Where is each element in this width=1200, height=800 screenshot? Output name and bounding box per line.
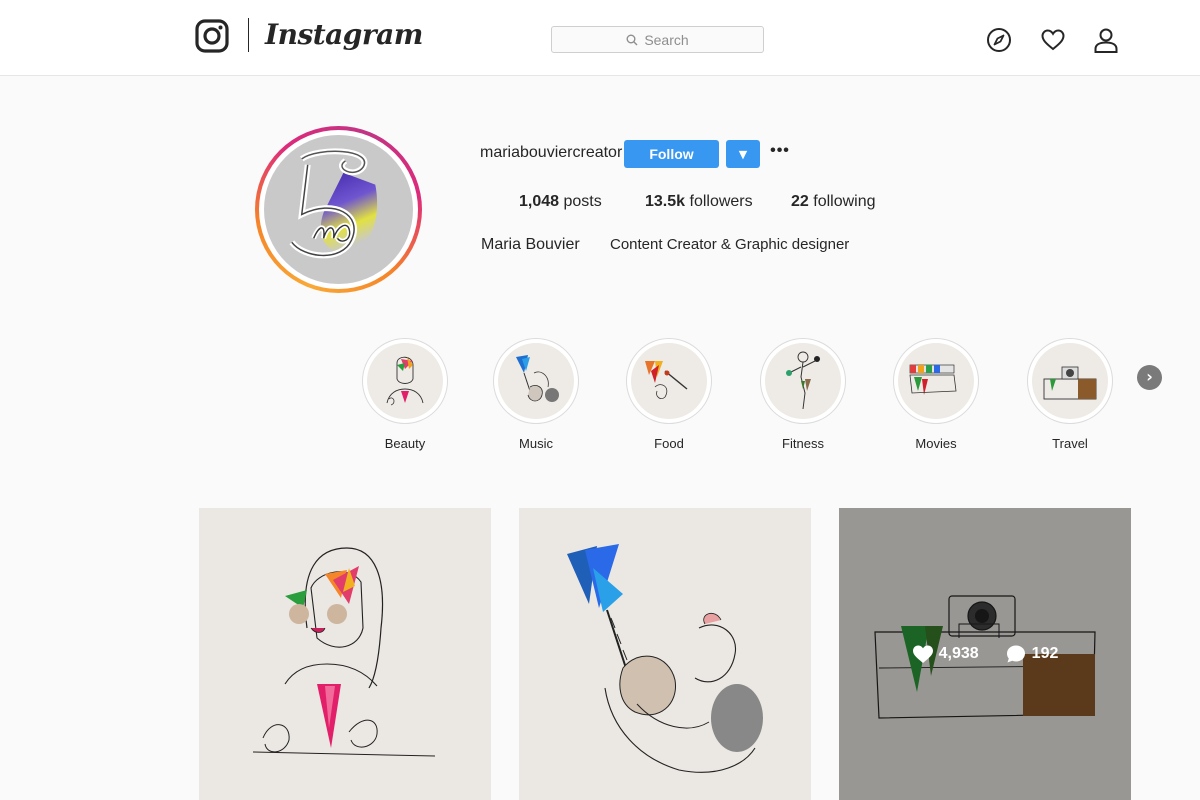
highlight-image xyxy=(898,343,974,419)
stat-followers[interactable]: 13.5k followers xyxy=(645,193,753,211)
highlight-ring xyxy=(1027,338,1113,424)
highlight-label: Travel xyxy=(1052,436,1088,451)
highlight-beauty[interactable]: Beauty xyxy=(362,338,448,451)
post-tile-1[interactable] xyxy=(199,508,491,800)
comment-filled-icon xyxy=(1006,645,1025,663)
search-icon xyxy=(626,34,638,45)
highlight-food[interactable]: Food xyxy=(626,338,712,451)
logo-divider xyxy=(248,18,249,52)
instagram-logo-icon[interactable] xyxy=(195,19,229,53)
avatar-image xyxy=(264,135,413,284)
highlight-label: Fitness xyxy=(782,436,824,451)
highlight-image xyxy=(498,343,574,419)
highlight-label: Food xyxy=(654,436,684,451)
search-input[interactable]: Search xyxy=(551,26,764,53)
more-options-button[interactable]: ••• xyxy=(770,142,790,164)
highlight-movies[interactable]: Movies xyxy=(893,338,979,451)
highlight-fitness[interactable]: Fitness xyxy=(760,338,846,451)
stat-following[interactable]: 22 following xyxy=(791,193,876,211)
compass-icon[interactable] xyxy=(986,27,1012,53)
highlight-ring xyxy=(893,338,979,424)
stat-followers-count: 13.5k xyxy=(645,193,686,210)
top-navigation-bar: Instagram Search xyxy=(0,0,1200,76)
post-comments-count: 192 xyxy=(1031,645,1059,662)
profile-bio: Content Creator & Graphic designer xyxy=(610,236,850,253)
highlight-label: Beauty xyxy=(384,436,426,451)
stat-followers-label: followers xyxy=(689,193,753,210)
profile-username: mariabouviercreator xyxy=(480,144,623,161)
mb-monogram-logo xyxy=(289,148,378,259)
highlight-ring xyxy=(362,338,448,424)
instagram-wordmark[interactable]: Instagram xyxy=(265,18,423,51)
profile-full-name: Maria Bouvier xyxy=(481,236,580,253)
avatar-border xyxy=(259,130,418,289)
highlight-image xyxy=(631,343,707,419)
post-likes-count: 4,938 xyxy=(938,645,979,662)
highlight-label: Music xyxy=(519,436,553,451)
highlight-travel[interactable]: Travel xyxy=(1027,338,1113,451)
stat-posts: 1,048 posts xyxy=(519,193,602,211)
post-likes: 4,938 xyxy=(912,644,979,664)
post-image xyxy=(252,547,436,757)
stat-posts-count: 1,048 xyxy=(519,193,560,210)
post-hover-overlay: 4,938 192 xyxy=(839,508,1131,800)
highlight-music[interactable]: Music xyxy=(493,338,579,451)
heart-icon[interactable] xyxy=(1040,27,1066,53)
search-placeholder: Search xyxy=(644,31,689,48)
stat-following-label: following xyxy=(813,193,876,210)
highlight-ring xyxy=(626,338,712,424)
highlight-ring xyxy=(760,338,846,424)
stat-following-count: 22 xyxy=(791,193,809,210)
highlights-next-button[interactable]: › xyxy=(1137,365,1162,390)
person-icon[interactable] xyxy=(1093,27,1119,53)
profile-avatar[interactable] xyxy=(255,126,422,293)
follow-button[interactable]: Follow xyxy=(624,140,719,168)
highlight-image xyxy=(765,343,841,419)
highlight-label: Movies xyxy=(915,436,957,451)
post-tile-2[interactable] xyxy=(519,508,811,800)
post-tile-3[interactable]: 4,938 192 xyxy=(839,508,1131,800)
highlight-image xyxy=(367,343,443,419)
heart-filled-icon xyxy=(912,645,933,663)
post-comments: 192 xyxy=(1005,644,1059,664)
highlight-image xyxy=(1032,343,1108,419)
post-image xyxy=(567,544,763,773)
highlight-ring xyxy=(493,338,579,424)
suggestions-dropdown-button[interactable]: ▼ xyxy=(726,140,760,168)
stat-posts-label: posts xyxy=(563,193,602,210)
